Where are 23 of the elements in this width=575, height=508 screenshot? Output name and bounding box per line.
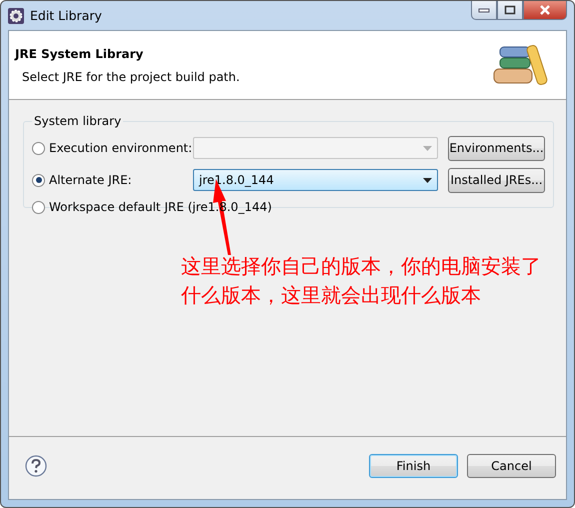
dialog-button[interactable]: Finish (369, 454, 458, 478)
close-button[interactable] (523, 1, 567, 20)
close-icon (539, 5, 551, 15)
side-button[interactable]: Installed JREs... (448, 168, 545, 192)
maximize-button[interactable] (497, 1, 523, 20)
page-description: Select JRE for the project build path. (22, 70, 241, 84)
dropdown-field[interactable]: jre1.8.0_144 (193, 169, 438, 191)
page-title: JRE System Library (15, 46, 144, 60)
radio-label: Execution environment: (49, 141, 189, 155)
radio-button[interactable] (32, 174, 45, 186)
gear-icon (8, 8, 24, 24)
dialog-button[interactable]: Cancel (467, 454, 556, 478)
minimize-icon (478, 7, 490, 13)
window-title: Edit Library (30, 8, 102, 23)
maximize-icon (504, 5, 516, 15)
annotation-text: 这里选择你自己的版本，你的电脑安装了什么版本，这里就会出现什么版本 (181, 253, 542, 309)
radio-label: Alternate JRE: (49, 173, 133, 187)
group-label: System library (33, 114, 122, 128)
radio-button[interactable] (32, 200, 45, 214)
minimize-button[interactable] (471, 1, 497, 20)
help-icon[interactable] (25, 455, 47, 477)
caret-icon (423, 146, 432, 150)
caret-icon (423, 178, 432, 182)
